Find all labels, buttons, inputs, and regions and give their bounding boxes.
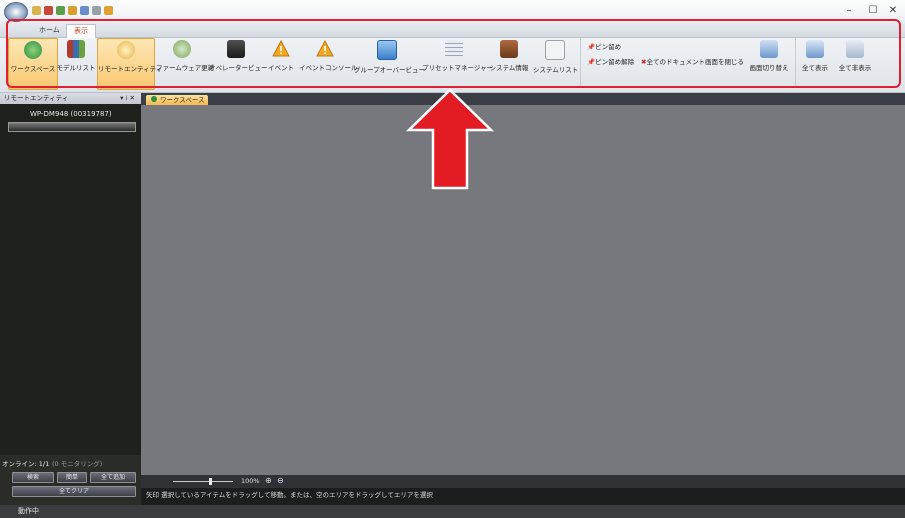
quick-access-icon[interactable] [68,6,77,15]
panel-footer: オンライン: 1/1 (0 モニタリング) 検索 簡単 全て追加 全てクリア [0,455,141,505]
add-all-button[interactable]: 全て追加 [90,472,136,483]
quick-access-icon[interactable] [32,6,41,15]
remote-entity-panel [0,93,141,505]
close-button[interactable]: ✕ [886,5,900,16]
maximize-button[interactable]: ☐ [866,5,880,16]
tab-workspace[interactable]: ワークスペース [146,95,208,105]
quick-access-icon[interactable] [92,6,101,15]
zoom-level: 100% [241,477,260,485]
zoom-in-icon[interactable]: ⊕ [265,476,272,485]
status-bar: 動作中 [0,505,905,518]
document-tab-bar [141,93,905,105]
status-hint: 矢印 選択しているアイテムをドラッグして移動。または、空のエリアをドラッグしてエ… [141,488,905,505]
online-count: オンライン: 1/1 [2,460,50,468]
status-text: 動作中 [18,507,39,515]
zoom-slider-track[interactable] [173,481,233,482]
panel-header-controls[interactable]: ▾ ⁞ ✕ [120,93,135,104]
workspace-canvas[interactable] [141,105,905,475]
device-image[interactable] [8,122,136,132]
minimize-button[interactable]: – [842,5,856,16]
simple-button[interactable]: 簡単 [57,472,87,483]
panel-title: リモートエンティティ [4,94,69,102]
quick-access-icon[interactable] [80,6,89,15]
ribbon-highlight-frame [6,19,901,88]
quick-access-icon[interactable] [56,6,65,15]
search-button[interactable]: 検索 [12,472,54,483]
pointer-arrow [405,88,495,190]
quick-access-icon[interactable] [44,6,53,15]
quick-access-icon[interactable] [104,6,113,15]
globe-icon [151,96,157,102]
clear-all-button[interactable]: 全てクリア [12,486,136,497]
zoom-bar: 100% ⊕ ⊖ [141,475,905,488]
zoom-out-icon[interactable]: ⊖ [277,476,284,485]
panel-header: リモートエンティティ ▾ ⁞ ✕ [0,93,141,104]
monitoring-count: (0 モニタリング) [52,460,103,468]
device-label: WP-DM948 (00319787) [30,110,112,118]
zoom-slider-thumb[interactable] [209,478,212,485]
